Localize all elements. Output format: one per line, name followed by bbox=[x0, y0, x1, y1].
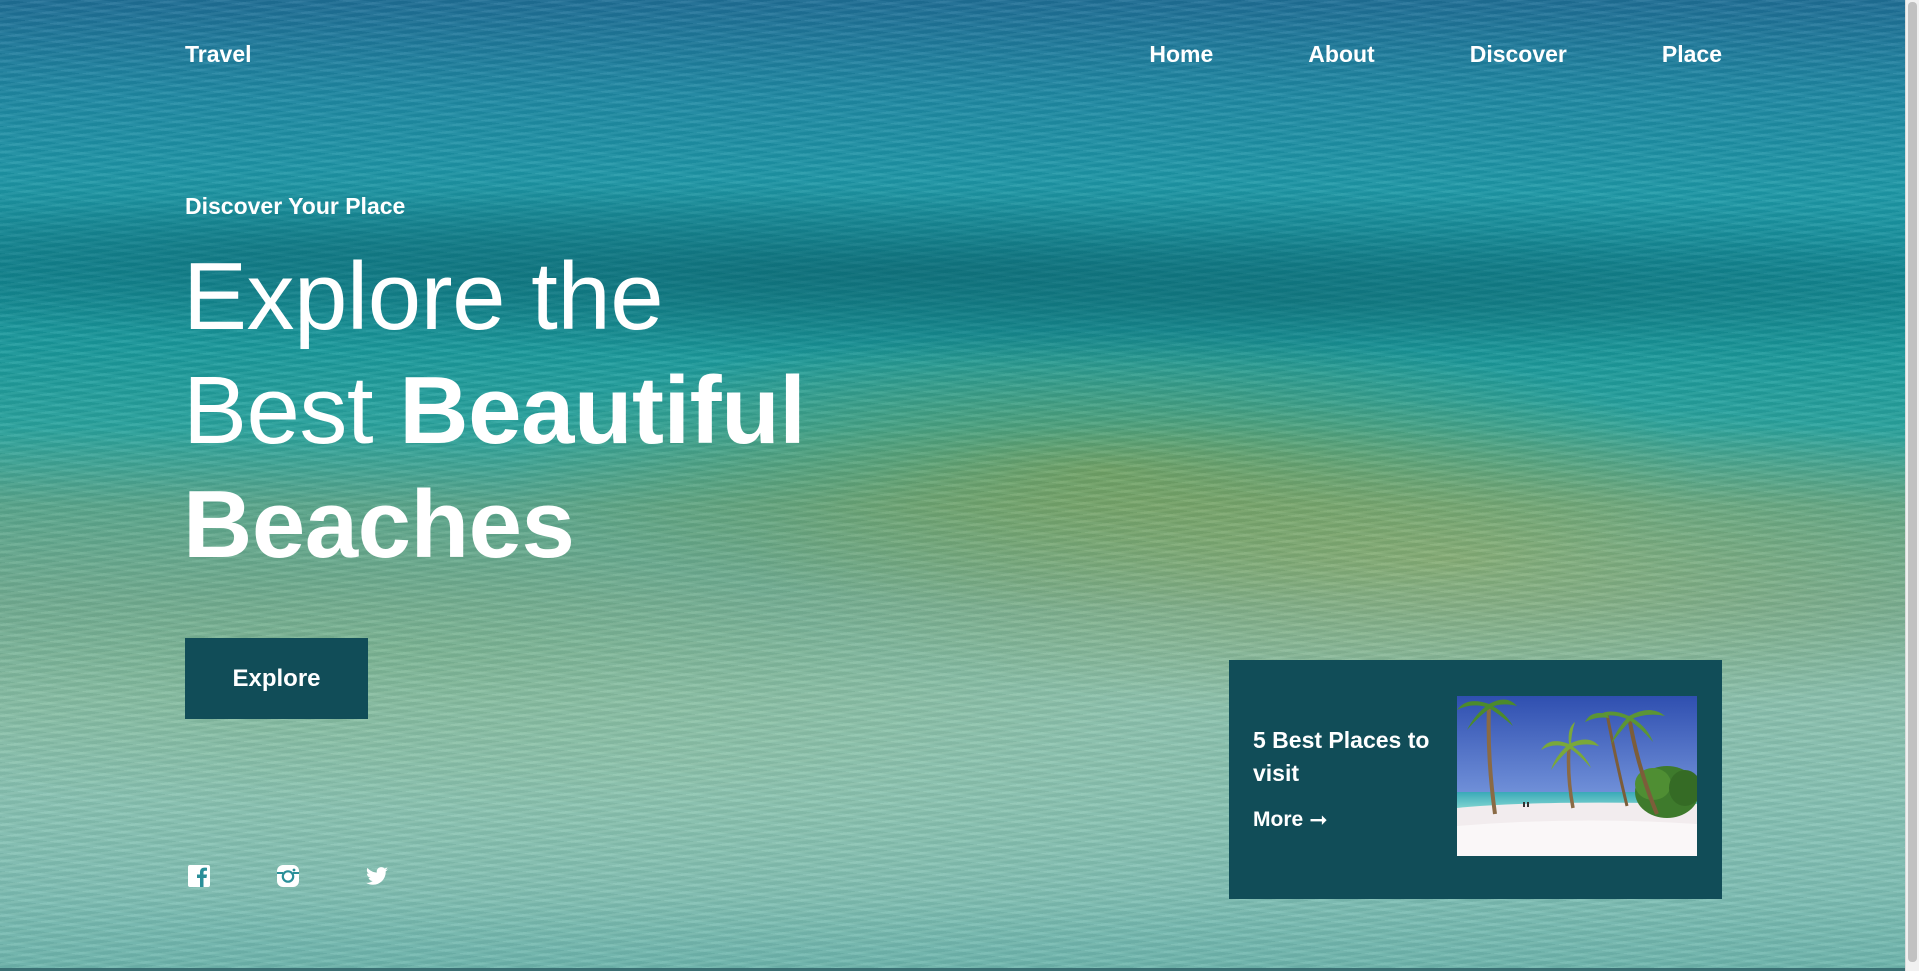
site-header: Travel Home About Discover Place bbox=[185, 38, 1722, 70]
explore-button[interactable]: Explore bbox=[185, 638, 368, 719]
hero-title-line2-bold: Beautiful bbox=[399, 357, 806, 464]
logo-link[interactable]: Travel bbox=[185, 41, 252, 68]
facebook-link[interactable] bbox=[186, 863, 212, 889]
instagram-link[interactable] bbox=[275, 863, 301, 889]
hero-title-line2-light: Best bbox=[183, 357, 374, 464]
nav-link-home[interactable]: Home bbox=[1149, 41, 1213, 68]
hero-title-line3: Beaches bbox=[183, 471, 575, 578]
hero-title-line1: Explore the bbox=[183, 243, 664, 350]
card-more-label: More bbox=[1253, 808, 1304, 831]
hero-subtitle: Discover Your Place bbox=[185, 193, 406, 219]
card-more-link[interactable]: More ➞ bbox=[1253, 807, 1328, 833]
page: Travel Home About Discover Place Discove… bbox=[0, 0, 1919, 971]
featured-card: 5 Best Places to visit More ➞ bbox=[1229, 660, 1722, 899]
card-title: 5 Best Places to visit bbox=[1253, 727, 1430, 786]
twitter-icon bbox=[366, 867, 388, 885]
instagram-icon bbox=[277, 865, 299, 887]
social-links bbox=[186, 863, 390, 889]
beach-palm-trees-image bbox=[1457, 696, 1697, 856]
arrow-right-icon: ➞ bbox=[1309, 807, 1328, 832]
twitter-link[interactable] bbox=[364, 863, 390, 889]
vertical-scrollbar[interactable] bbox=[1905, 0, 1919, 971]
facebook-icon bbox=[188, 865, 210, 887]
hero-title: Explore the Best Beautiful Beaches bbox=[183, 240, 806, 582]
main-nav: Home About Discover Place bbox=[1149, 41, 1722, 68]
scrollbar-thumb[interactable] bbox=[1908, 2, 1917, 962]
nav-link-place[interactable]: Place bbox=[1662, 41, 1722, 68]
nav-link-about[interactable]: About bbox=[1308, 41, 1374, 68]
nav-link-discover[interactable]: Discover bbox=[1470, 41, 1567, 68]
